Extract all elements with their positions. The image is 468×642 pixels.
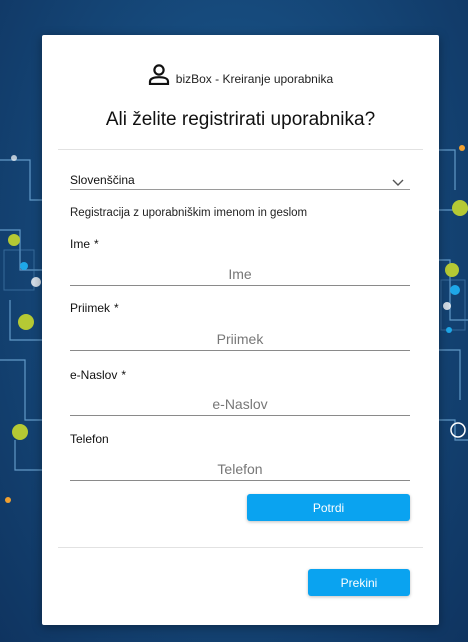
registration-dialog: bizBox - Kreiranje uporabnika Ali želite… [42,35,439,625]
language-select[interactable]: Slovenščina [70,171,410,190]
telefon-label-text: Telefon [70,432,109,446]
email-label-text: e-Naslov [70,368,118,382]
telefon-field[interactable] [70,458,410,481]
required-marker: * [114,301,119,315]
ime-input[interactable] [70,263,410,285]
priimek-label-text: Priimek [70,301,111,315]
email-input[interactable] [70,393,410,415]
priimek-input[interactable] [70,328,410,350]
language-select-value: Slovenščina [70,173,135,187]
brand: bizBox - Kreiranje uporabnika [42,63,439,90]
email-label: e-Naslov * [70,368,126,382]
user-icon [148,63,170,90]
confirm-button[interactable]: Potrdi [247,494,410,521]
registration-subtitle: Registracija z uporabniškim imenom in ge… [70,207,308,219]
required-marker: * [94,237,99,251]
header-divider [58,149,423,150]
chevron-down-icon[interactable] [392,174,404,192]
ime-label: Ime * [70,237,99,251]
email-field[interactable] [70,393,410,416]
telefon-label: Telefon [70,432,109,446]
telefon-input[interactable] [70,458,410,480]
required-marker: * [121,368,127,382]
ime-field[interactable] [70,263,410,286]
footer-divider [58,547,423,548]
cancel-button[interactable]: Prekini [308,569,410,596]
ime-label-text: Ime [70,237,91,251]
dialog-header: bizBox - Kreiranje uporabnika Ali želite… [42,63,439,131]
priimek-field[interactable] [70,328,410,351]
priimek-label: Priimek * [70,301,119,315]
brand-text: bizBox - Kreiranje uporabnika [175,72,334,86]
page-title: Ali želite registrirati uporabnika? [105,109,376,130]
